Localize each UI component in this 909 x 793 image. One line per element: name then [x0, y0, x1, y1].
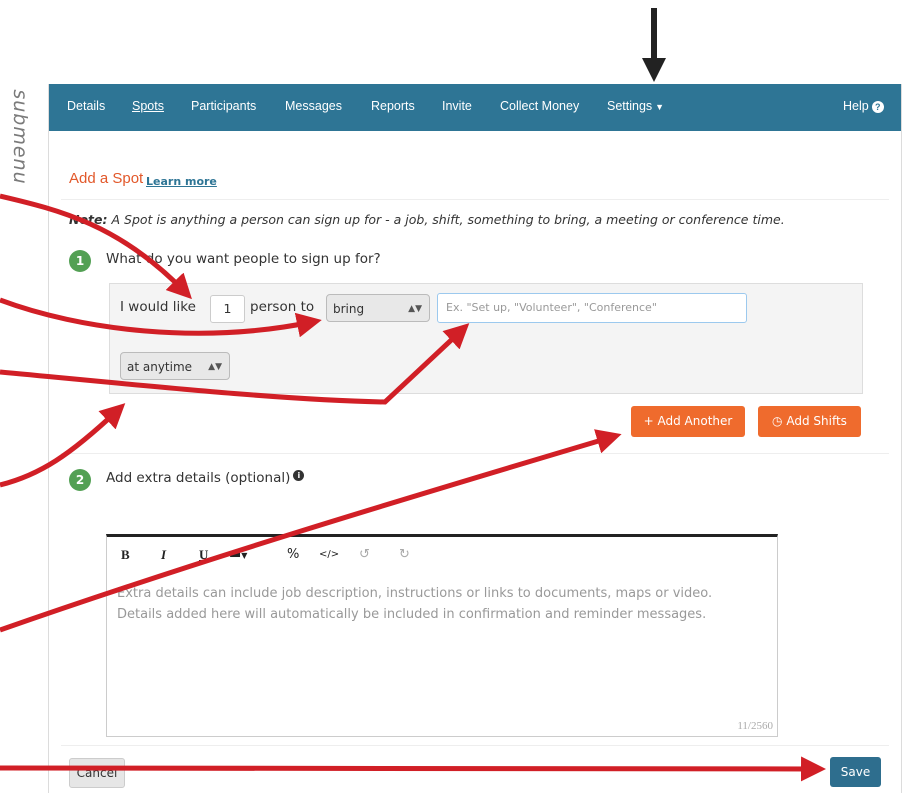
editor-placeholder-line-1: Extra details can include job descriptio…	[117, 586, 713, 601]
rich-text-editor[interactable]: B I U ▬▼ % </> ↺ ↻ Extra details can inc…	[106, 534, 778, 737]
action-select[interactable]: bring ▲▼	[326, 294, 430, 322]
link-icon[interactable]: %	[287, 547, 299, 562]
nav-collect-money[interactable]: Collect Money	[500, 99, 579, 113]
nav-help[interactable]: Help?	[843, 99, 884, 113]
divider	[61, 199, 889, 200]
undo-icon[interactable]: ↺	[359, 547, 370, 562]
submenu-annotation: submenu	[6, 74, 36, 204]
step-1-label: What do you want people to sign up for?	[106, 251, 381, 267]
select-arrows-icon: ▲▼	[208, 362, 222, 372]
add-shifts-label: Add Shifts	[786, 414, 847, 428]
note-body: A Spot is anything a person can sign up …	[111, 212, 785, 227]
action-select-value: bring	[333, 302, 365, 316]
nav-settings[interactable]: Settings ▼	[607, 99, 664, 113]
spot-name-input[interactable]: Ex. "Set up, "Volunteer", "Conference"	[437, 293, 747, 323]
note-label: Note:	[69, 212, 108, 227]
bold-button[interactable]: B	[121, 547, 130, 563]
text-color-button[interactable]: ▬▼	[229, 547, 247, 562]
caret-down-icon: ▼	[655, 102, 665, 112]
clock-icon: ◷	[772, 414, 783, 428]
divider	[61, 453, 889, 454]
step-2-text: Add extra details (optional)	[106, 470, 291, 486]
add-shifts-button[interactable]: ◷ Add Shifts	[758, 406, 861, 437]
save-button[interactable]: Save	[830, 757, 881, 787]
editor-placeholder: Extra details can include job descriptio…	[117, 583, 767, 625]
spot-middle-label: person to	[250, 299, 315, 315]
character-counter: 11/2560	[737, 720, 773, 732]
step-1-badge: 1	[69, 250, 91, 272]
spot-definition-box: I would like 1 person to bring ▲▼ Ex. "S…	[109, 283, 863, 394]
nav-help-label: Help	[843, 99, 869, 113]
add-another-button[interactable]: + Add Another	[631, 406, 745, 437]
nav-invite[interactable]: Invite	[442, 99, 472, 113]
quantity-input[interactable]: 1	[210, 295, 245, 323]
spots-editor-panel: Details Spots Participants Messages Repo…	[48, 84, 902, 793]
nav-participants[interactable]: Participants	[191, 99, 256, 113]
nav-spots[interactable]: Spots	[132, 99, 164, 113]
note-text: Note: A Spot is anything a person can si…	[69, 212, 785, 227]
italic-button[interactable]: I	[161, 547, 166, 563]
redo-icon[interactable]: ↻	[399, 547, 410, 562]
nav-messages[interactable]: Messages	[285, 99, 342, 113]
top-nav: Details Spots Participants Messages Repo…	[49, 84, 901, 131]
underline-button[interactable]: U	[199, 547, 208, 563]
step-2-badge: 2	[69, 469, 91, 491]
nav-reports[interactable]: Reports	[371, 99, 415, 113]
editor-toolbar: B I U ▬▼ % </> ↺ ↻	[107, 537, 777, 573]
nav-details[interactable]: Details	[67, 99, 105, 113]
code-icon[interactable]: </>	[319, 549, 339, 560]
question-icon: ?	[871, 101, 884, 113]
page-title: Add a Spot	[69, 170, 144, 187]
nav-settings-label: Settings	[607, 99, 653, 113]
select-arrows-icon: ▲▼	[408, 304, 422, 314]
time-select-value: at anytime	[127, 360, 193, 374]
divider	[61, 745, 889, 746]
step-2-label: Add extra details (optional) i	[106, 470, 305, 486]
time-select[interactable]: at anytime ▲▼	[120, 352, 230, 380]
cancel-button[interactable]: Cancel	[69, 758, 125, 788]
caret-down-icon: ▼	[241, 551, 248, 560]
info-icon[interactable]: i	[293, 470, 305, 481]
submenu-label: submenu	[9, 89, 31, 185]
editor-placeholder-line-2: Details added here will automatically be…	[117, 607, 707, 622]
text-color-icon: ▬	[229, 547, 242, 562]
spot-prefix-label: I would like	[120, 299, 196, 315]
learn-more-link[interactable]: Learn more	[146, 175, 217, 188]
